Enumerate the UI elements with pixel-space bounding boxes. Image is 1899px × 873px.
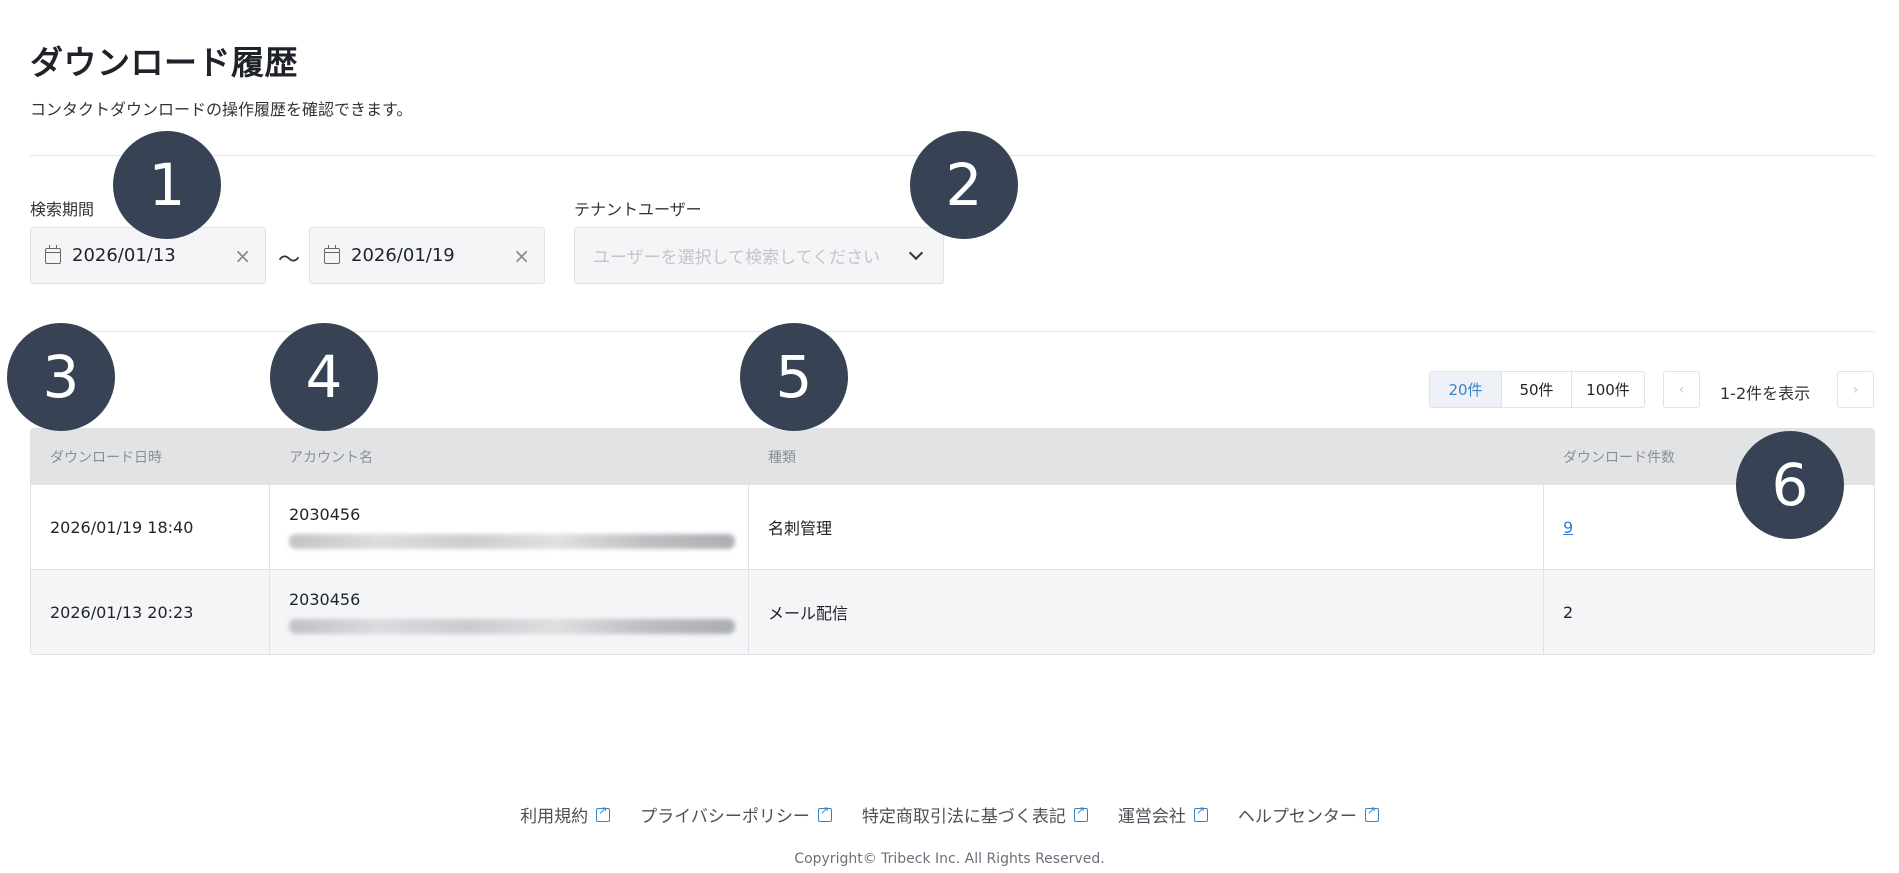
table-row: 2026/01/13 20:23 2030456 メール配信 2: [31, 569, 1874, 654]
footer-link-terms[interactable]: 利用規約: [520, 802, 611, 827]
calendar-icon: [45, 244, 61, 264]
external-link-icon: [1364, 804, 1379, 822]
column-header-datetime: ダウンロード日時: [31, 429, 270, 484]
annotation-badge-4: 4: [270, 323, 378, 431]
annotation-badge-1: 1: [113, 131, 221, 239]
annotation-badge-5: 5: [740, 323, 848, 431]
footer-link-company[interactable]: 運営会社: [1118, 802, 1208, 827]
row-account: 2030456: [270, 570, 749, 654]
external-link-icon: [817, 804, 832, 822]
row-type: メール配信: [749, 570, 1544, 654]
row-count: 2: [1563, 602, 1574, 622]
result-range-text: 1-2件を表示: [1720, 384, 1811, 403]
blurred-account-name: [289, 619, 735, 634]
close-icon[interactable]: ×: [234, 246, 251, 266]
account-id: 2030456: [289, 505, 361, 524]
end-date-value: 2026/01/19: [351, 245, 455, 266]
row-type: 名刺管理: [749, 485, 1544, 569]
tenant-user-label: テナントユーザー: [574, 200, 702, 219]
copyright-text: Copyright© Tribeck Inc. All Rights Reser…: [794, 851, 1105, 867]
external-link-icon: [1073, 804, 1088, 822]
table-header-row: ダウンロード日時 アカウント名 種類 ダウンロード件数: [31, 429, 1874, 484]
page-size-100-button[interactable]: 100件: [1572, 372, 1644, 407]
page-subtitle: コンタクトダウンロードの操作履歴を確認できます。: [30, 100, 413, 119]
page-size-50-button[interactable]: 50件: [1502, 372, 1572, 407]
blurred-account-name: [289, 534, 735, 549]
footer-links: 利用規約 プライバシーポリシー 特定商取引法に基づく表記 運営会社 ヘルプセンタ…: [0, 802, 1899, 827]
annotation-badge-6: 6: [1736, 431, 1844, 539]
footer-link-privacy[interactable]: プライバシーポリシー: [640, 802, 832, 827]
chevron-down-icon: [908, 245, 924, 261]
account-id: 2030456: [289, 590, 361, 609]
end-date-input[interactable]: 2026/01/19 ×: [309, 227, 545, 284]
prev-page-button[interactable]: ‹: [1663, 371, 1700, 408]
annotation-badge-2: 2: [910, 131, 1018, 239]
next-page-button[interactable]: ›: [1837, 371, 1874, 408]
external-link-icon: [1193, 804, 1208, 822]
download-history-table: ダウンロード日時 アカウント名 種類 ダウンロード件数 2026/01/19 1…: [30, 428, 1875, 655]
tenant-user-placeholder: ユーザーを選択して検索してください: [593, 248, 881, 268]
column-header-type: 種類: [749, 429, 1544, 484]
page-size-selector: 20件 50件 100件: [1429, 371, 1645, 408]
table-row: 2026/01/19 18:40 2030456 名刺管理 9: [31, 484, 1874, 569]
row-datetime: 2026/01/19 18:40: [31, 485, 270, 569]
chevron-right-icon: ›: [1852, 381, 1859, 398]
page-title: ダウンロード履歴: [30, 43, 298, 82]
date-separator: 〜: [278, 248, 301, 273]
start-date-value: 2026/01/13: [72, 245, 176, 266]
calendar-icon: [324, 244, 340, 264]
external-link-icon: [596, 804, 611, 822]
row-account: 2030456: [270, 485, 749, 569]
period-label: 検索期間: [30, 200, 95, 219]
column-header-account: アカウント名: [270, 429, 749, 484]
footer-link-help[interactable]: ヘルプセンター: [1238, 802, 1379, 827]
tenant-user-select[interactable]: ユーザーを選択して検索してください: [574, 227, 944, 284]
footer-link-commerce-law[interactable]: 特定商取引法に基づく表記: [862, 802, 1088, 827]
annotation-badge-3: 3: [7, 323, 115, 431]
chevron-left-icon: ‹: [1678, 381, 1685, 398]
close-icon[interactable]: ×: [513, 246, 530, 266]
row-datetime: 2026/01/13 20:23: [31, 570, 270, 654]
page-size-20-button[interactable]: 20件: [1430, 372, 1502, 407]
